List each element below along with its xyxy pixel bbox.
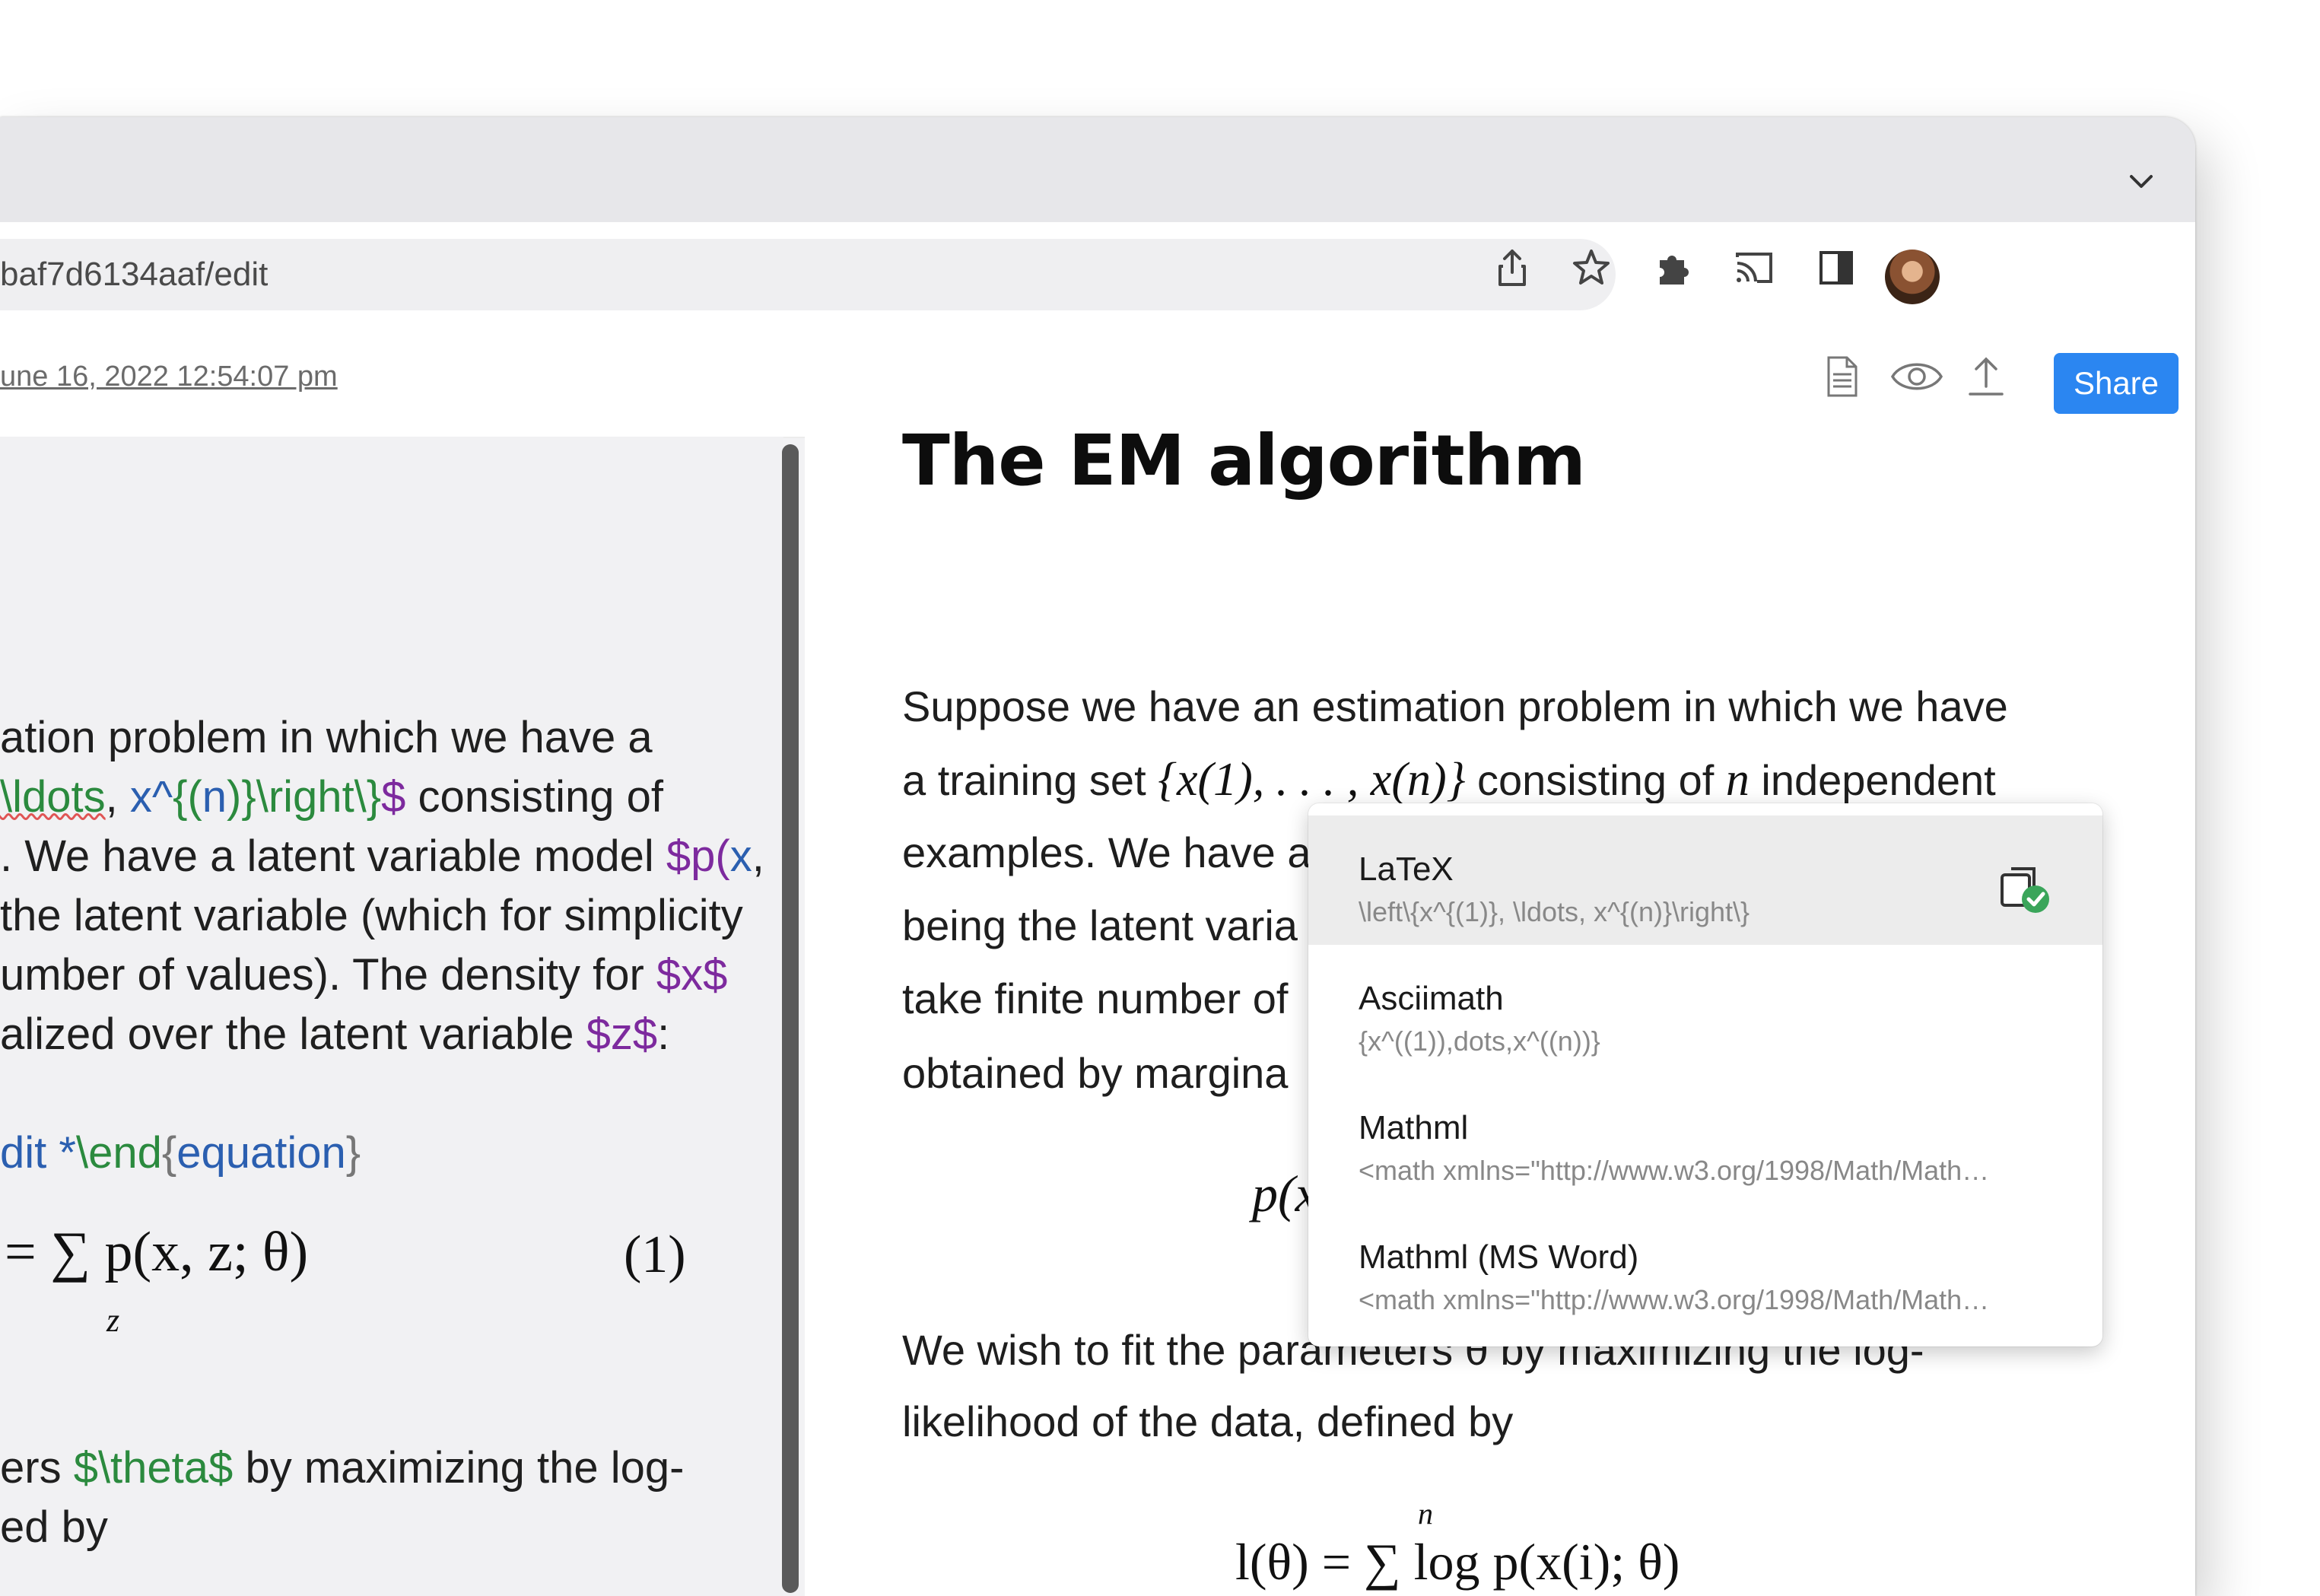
copy-option-mathml-word[interactable]: Mathml (MS Word) <math xmlns="http://www…: [1308, 1203, 2102, 1333]
document-icon[interactable]: [1818, 353, 1865, 400]
bookmark-star-icon[interactable]: [1568, 245, 1614, 291]
share-button[interactable]: Share: [2054, 353, 2179, 414]
preview-text-line: Suppose we have an estimation problem in…: [902, 682, 2008, 730]
option-title: Mathml (MS Word): [1359, 1238, 1639, 1276]
preview-text-line: obtained by margina: [902, 1049, 1289, 1097]
side-panel-icon[interactable]: [1813, 245, 1859, 291]
sum-subscript: z: [106, 1302, 120, 1339]
sum-superscript: n: [1418, 1496, 1433, 1531]
editor-line: the latent variable (which for simplicit…: [0, 891, 743, 940]
latex-source-editor[interactable]: ation problem in which we have a \ldots,…: [0, 437, 783, 1596]
preview-text-line: being the latent varia: [902, 901, 1298, 949]
editor-line: alized over the latent variable $z$:: [0, 1009, 670, 1059]
share-page-icon[interactable]: [1489, 245, 1535, 291]
equation-number: (1): [624, 1226, 686, 1284]
editor-line: \ldots, x^{(n)}\right\}$ consisting of: [0, 772, 663, 822]
option-title: Mathml: [1359, 1109, 1469, 1146]
upload-icon[interactable]: [1962, 353, 2010, 400]
copy-option-mathml[interactable]: Mathml <math xmlns="http://www.w3.org/19…: [1308, 1074, 2102, 1203]
tab-strip: [0, 117, 2195, 222]
copy-math-popup: LaTeX \left\{x^{(1)}, \ldots, x^{(n)}\ri…: [1308, 803, 2102, 1346]
profile-avatar[interactable]: [1885, 250, 1940, 304]
option-value: <math xmlns="http://www.w3.org/1998/Math…: [1359, 1284, 1990, 1315]
preview-text-line: examples. We have a: [902, 828, 1311, 876]
preview-text-line: take finite number of: [902, 974, 1289, 1022]
last-saved-link[interactable]: une 16, 2022 12:54:07 pm: [0, 316, 338, 437]
option-value: <math xmlns="http://www.w3.org/1998/Math…: [1359, 1155, 1990, 1186]
preview-text-line: likelihood of the data, defined by: [902, 1397, 1514, 1445]
editor-scrollbar[interactable]: [782, 444, 799, 1593]
editor-line: umber of values). The density for $x$: [0, 950, 728, 1000]
cast-icon[interactable]: [1731, 245, 1777, 291]
log-likelihood-equation: l(θ) = ∑ log p(x(i); θ): [1235, 1533, 1680, 1591]
editor-line: dit *\end{equation}: [0, 1128, 361, 1178]
editor-line: ed by: [0, 1502, 108, 1552]
training-set-math[interactable]: {x(1), . . . , x(n)}: [1158, 754, 1465, 806]
copy-option-latex[interactable]: LaTeX \left\{x^{(1)}, \ldots, x^{(n)}\ri…: [1308, 815, 2102, 945]
copy-option-asciimath[interactable]: Asciimath {x^((1)),dots,x^((n))}: [1308, 945, 2102, 1074]
option-value: \left\{x^{(1)}, \ldots, x^{(n)}\right\}: [1359, 896, 1750, 927]
preview-eye-icon[interactable]: [1889, 353, 1944, 400]
option-value: {x^((1)),dots,x^((n))}: [1359, 1025, 1600, 1057]
url-text: baf7d6134aaf/edit: [0, 256, 269, 293]
editor-line: . We have a latent variable model $p(x,: [0, 831, 764, 881]
address-bar[interactable]: baf7d6134aaf/edit: [0, 239, 1616, 310]
option-title: Asciimath: [1359, 980, 1504, 1017]
chevron-down-icon[interactable]: [2122, 163, 2160, 201]
editor-line: ation problem in which we have a: [0, 713, 653, 762]
rendered-equation-inline: = ∑ p(x, z; θ): [5, 1221, 309, 1283]
editor-line: ers $\theta$ by maximizing the log-: [0, 1443, 685, 1493]
browser-toolbar: baf7d6134aaf/edit: [0, 222, 2195, 318]
option-title: LaTeX: [1359, 850, 1454, 888]
preview-text-line: a training set {x(1), . . . , x(n)} cons…: [902, 754, 1996, 806]
copied-check-icon[interactable]: [1993, 858, 2054, 919]
extensions-puzzle-icon[interactable]: [1651, 245, 1696, 291]
document-title: The EM algorithm: [902, 420, 1586, 501]
